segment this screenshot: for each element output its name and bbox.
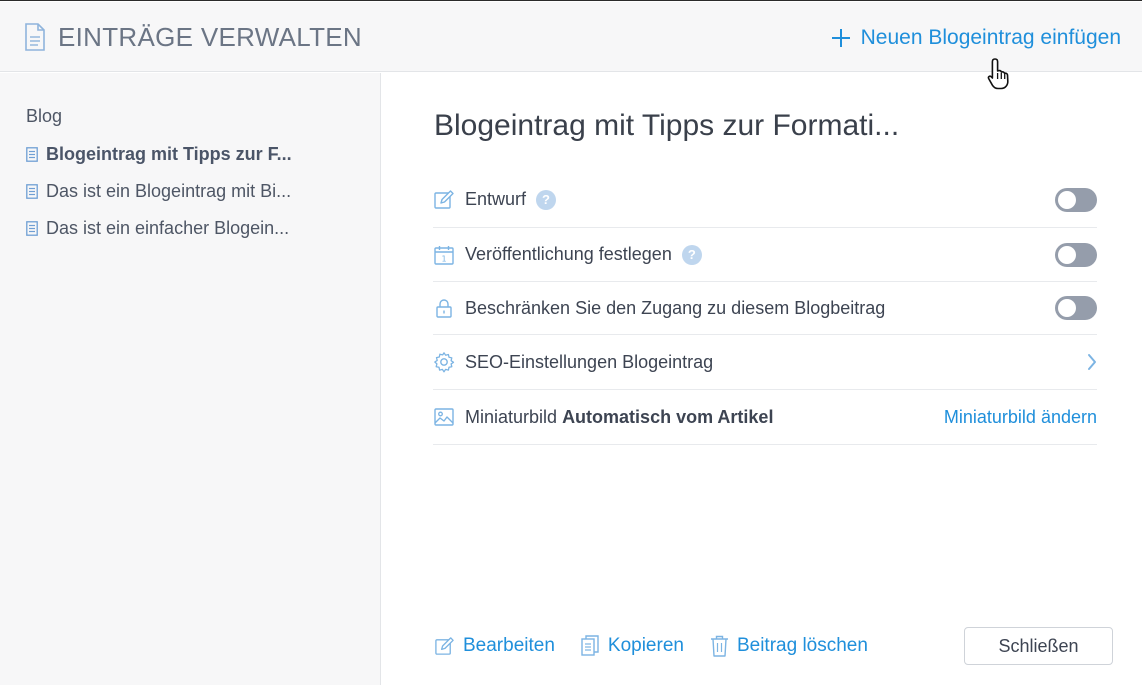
delete-label: Beitrag löschen (736, 635, 868, 656)
edit-button[interactable]: Bearbeiten (434, 635, 555, 657)
sidebar-item-label: Blogeintrag mit Tipps zur F... (46, 143, 292, 164)
copy-icon (581, 635, 599, 656)
thumbnail-label-text: Miniaturbild (465, 406, 558, 427)
sidebar-item-entry-1[interactable]: Blogeintrag mit Tipps zur F... (26, 142, 292, 166)
pencil-icon (434, 189, 454, 209)
document-icon (26, 146, 38, 162)
footer-actions: Bearbeiten Kopieren Beitrag löschen (434, 633, 894, 659)
help-icon[interactable]: ? (681, 244, 702, 265)
calendar-icon: 1 (434, 245, 454, 265)
setting-row-draft: Entwurf ? (433, 172, 1097, 228)
image-icon (434, 408, 454, 426)
close-button[interactable]: Schließen (964, 627, 1113, 665)
add-blog-entry-button[interactable]: Neuen Blogeintrag einfügen (831, 24, 1121, 52)
plus-icon (831, 29, 850, 47)
sidebar: Blog Blogeintrag mit Tipps zur F... Das … (0, 73, 381, 685)
dialog-header: EINTRÄGE VERWALTEN Neuen Blogeintrag ein… (0, 2, 1142, 72)
sidebar-item-label: Das ist ein Blogeintrag mit Bi... (46, 180, 292, 201)
toggle-knob (1058, 245, 1076, 264)
thumbnail-label: Miniaturbild Automatisch vom Artikel (465, 407, 773, 428)
pencil-icon (435, 636, 454, 655)
restrict-label: Beschränken Sie den Zugang zu diesem Blo… (465, 297, 886, 318)
copy-label: Kopieren (607, 635, 684, 656)
gear-icon (434, 352, 455, 373)
chevron-right-icon[interactable] (1087, 353, 1097, 371)
trash-icon (710, 635, 728, 657)
delete-post-button[interactable]: Beitrag löschen (710, 635, 868, 657)
sidebar-root-blog[interactable]: Blog (26, 106, 62, 127)
setting-row-restrict: Beschränken Sie den Zugang zu diesem Blo… (433, 282, 1097, 335)
sidebar-item-entry-2[interactable]: Das ist ein Blogeintrag mit Bi... (26, 179, 291, 203)
thumbnail-value: Automatisch vom Artikel (562, 406, 774, 427)
help-icon[interactable]: ? (536, 189, 557, 210)
sidebar-item-entry-3[interactable]: Das ist ein einfacher Blogein... (26, 216, 289, 240)
svg-text:1: 1 (441, 254, 446, 263)
document-icon (26, 183, 38, 199)
edit-label: Bearbeiten (463, 635, 555, 656)
header-title-group: EINTRÄGE VERWALTEN (24, 22, 362, 52)
schedule-label: Veröffentlichung festlegen (465, 244, 672, 264)
document-icon (26, 220, 38, 236)
toggle-knob (1058, 190, 1076, 209)
dialog-frame: EINTRÄGE VERWALTEN Neuen Blogeintrag ein… (0, 0, 1142, 685)
entry-title: Blogeintrag mit Tipps zur Formati... (434, 109, 900, 142)
sidebar-item-label: Das ist ein einfacher Blogein... (46, 217, 290, 238)
seo-label: SEO-Einstellungen Blogeintrag (465, 351, 714, 372)
add-blog-entry-label: Neuen Blogeintrag einfügen (860, 26, 1121, 49)
setting-row-schedule: 1 Veröffentlichung festlegen ? (433, 228, 1097, 282)
lock-icon (436, 299, 452, 318)
draft-label: Entwurf (465, 189, 527, 209)
copy-button[interactable]: Kopieren (581, 635, 684, 657)
restrict-toggle[interactable] (1055, 296, 1097, 320)
hand-cursor-icon (987, 58, 1009, 90)
document-icon (25, 23, 45, 51)
toggle-knob (1058, 299, 1076, 317)
schedule-toggle[interactable] (1055, 242, 1097, 267)
setting-row-thumbnail: Miniaturbild Automatisch vom Artikel Min… (433, 390, 1097, 445)
change-thumbnail-link[interactable]: Miniaturbild ändern (944, 407, 1097, 428)
setting-row-seo[interactable]: SEO-Einstellungen Blogeintrag (433, 335, 1097, 390)
page-title: EINTRÄGE VERWALTEN (58, 21, 362, 52)
draft-toggle[interactable] (1055, 187, 1097, 212)
